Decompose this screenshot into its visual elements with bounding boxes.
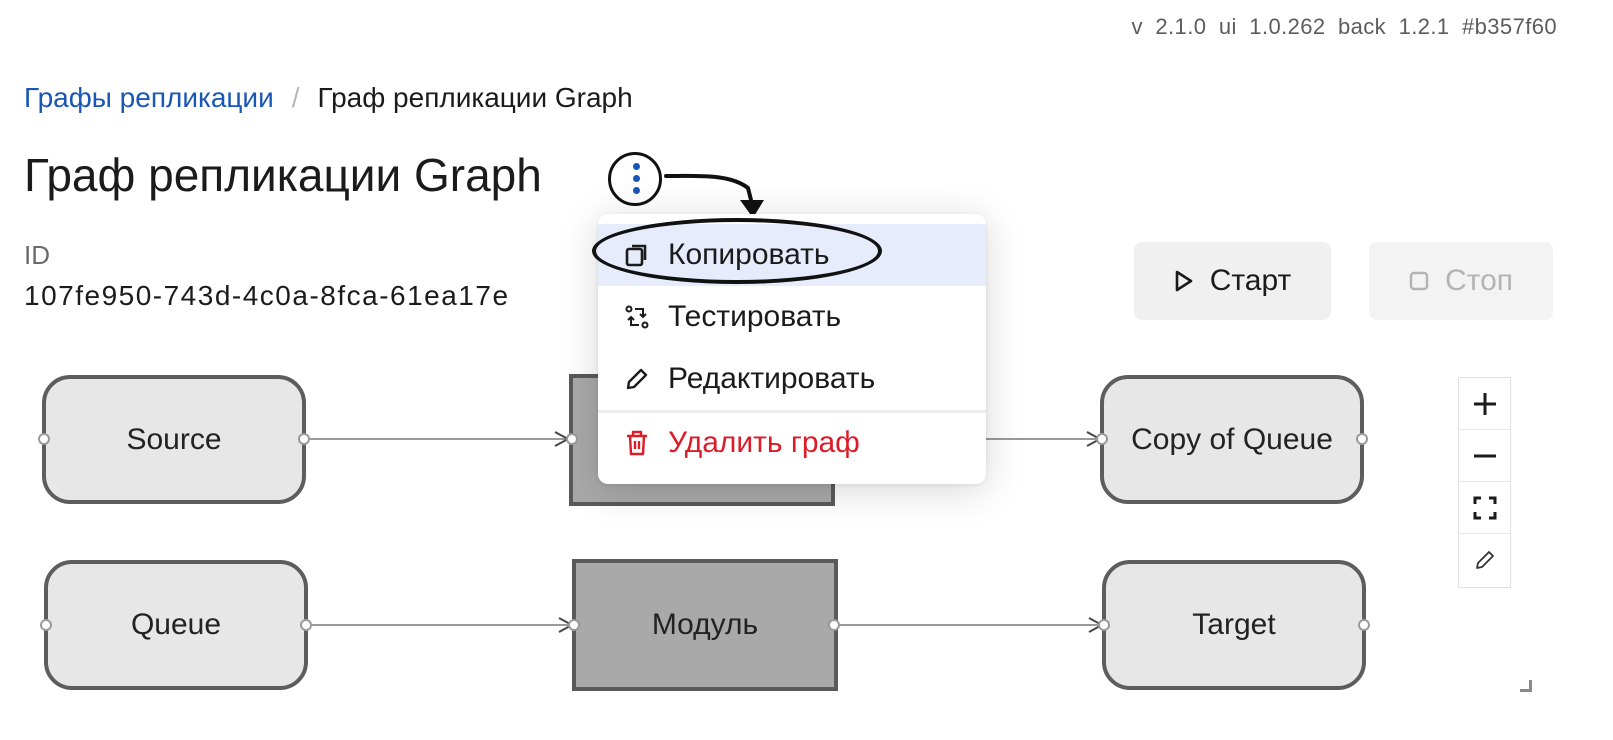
port-target-out[interactable]: [1358, 619, 1370, 631]
menu-item-label: Редактировать: [668, 362, 876, 395]
trash-icon: [622, 429, 652, 457]
node-label: Queue: [130, 608, 222, 641]
port-copy-in[interactable]: [1096, 433, 1108, 445]
port-source-in[interactable]: [38, 433, 50, 445]
zoom-out-button[interactable]: [1459, 430, 1510, 482]
edit-icon: [1475, 551, 1494, 569]
node-module-2[interactable]: Модуль: [572, 559, 838, 691]
node-label: Copy of Queue: [1131, 422, 1333, 456]
node-label: Target: [1192, 608, 1276, 641]
port-target-in[interactable]: [1098, 619, 1110, 631]
port-module2-out[interactable]: [828, 619, 840, 631]
menu-item-label: Удалить граф: [668, 426, 860, 459]
menu-item-label: Тестировать: [668, 300, 842, 333]
port-module2-in[interactable]: [568, 619, 580, 631]
zoom-out-icon: [1473, 454, 1496, 457]
menu-item-delete[interactable]: Удалить граф: [598, 412, 986, 474]
node-label: Модуль: [651, 608, 759, 641]
port-queue-in[interactable]: [40, 619, 52, 631]
zoom-in-button[interactable]: [1459, 378, 1510, 430]
fit-view-icon: [1473, 496, 1496, 519]
edit-mode-button[interactable]: [1459, 534, 1510, 586]
port-queue-out[interactable]: [300, 619, 312, 631]
pencil-icon: [622, 366, 652, 392]
menu-item-edit[interactable]: Редактировать: [598, 348, 986, 410]
zoom-in-icon: [1473, 392, 1496, 415]
zoom-controls: [1458, 377, 1511, 588]
port-copy-out[interactable]: [1356, 433, 1368, 445]
port-source-out[interactable]: [298, 433, 310, 445]
fit-view-button[interactable]: [1459, 482, 1510, 534]
node-copy-of-queue[interactable]: Copy of Queue: [1100, 375, 1364, 504]
test-icon: [622, 304, 652, 330]
menu-item-test[interactable]: Тестировать: [598, 286, 986, 348]
node-source[interactable]: Source: [42, 375, 306, 504]
node-queue[interactable]: Queue: [44, 560, 308, 690]
port-module1-in[interactable]: [566, 433, 578, 445]
node-target[interactable]: Target: [1102, 560, 1366, 690]
annotation-highlight: [592, 218, 882, 284]
node-label: Source: [126, 422, 222, 456]
resize-handle[interactable]: [1520, 680, 1532, 692]
